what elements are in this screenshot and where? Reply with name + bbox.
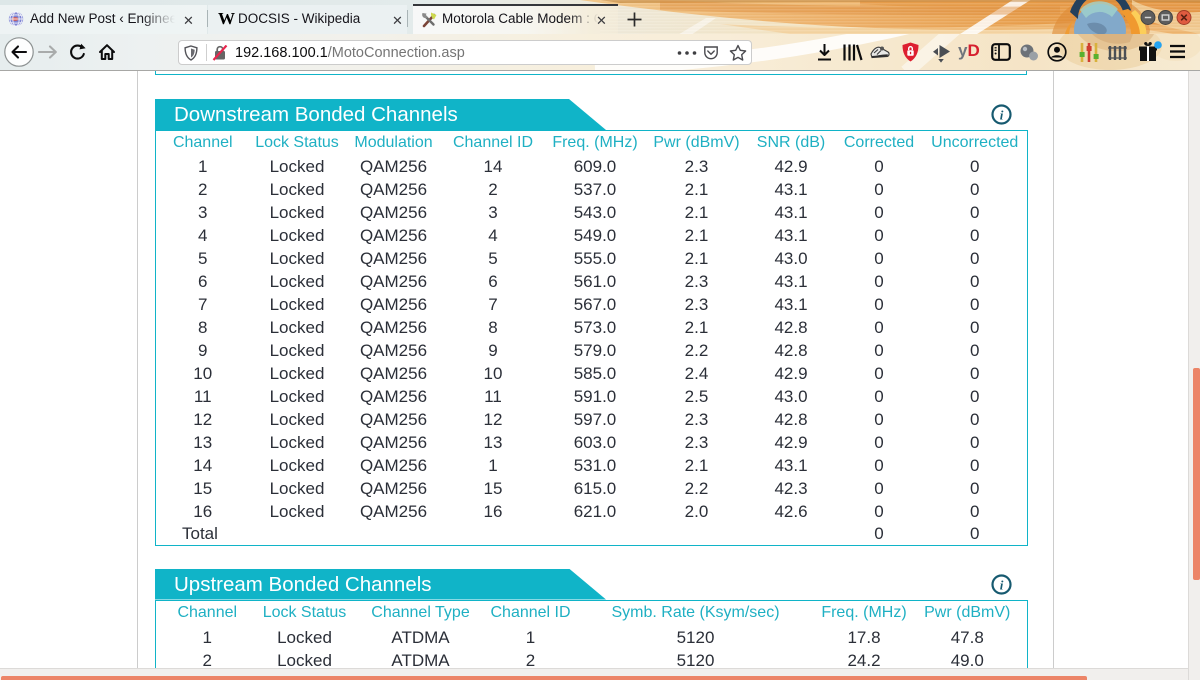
svg-text:i: i [1000,578,1004,593]
svg-text:i: i [1000,108,1004,123]
